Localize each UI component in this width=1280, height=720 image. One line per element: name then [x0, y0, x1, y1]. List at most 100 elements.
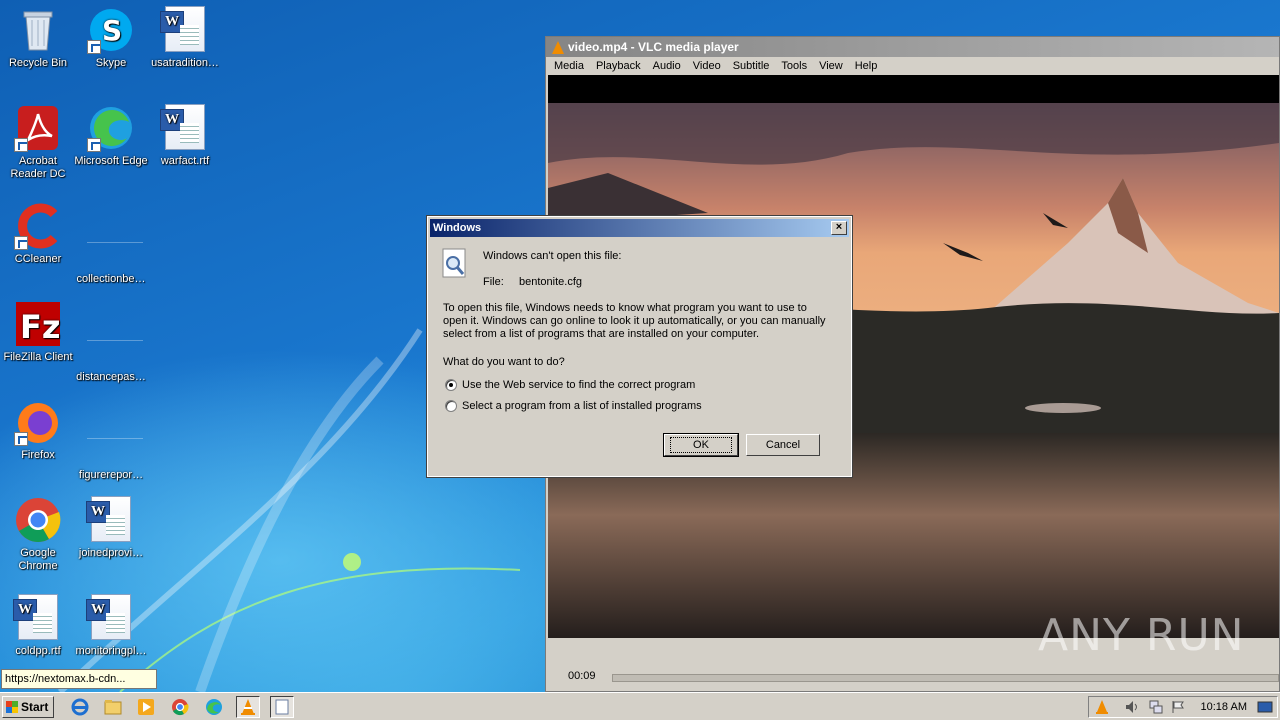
desktop-icon-label: Acrobat Reader DC: [10, 155, 66, 180]
shortcut-arrow-icon: [14, 432, 28, 446]
menu-playback[interactable]: Playback: [590, 57, 647, 76]
desktop-icon-label: warfact.rtf: [160, 155, 210, 167]
word-document-icon: W: [13, 594, 62, 642]
menu-view[interactable]: View: [813, 57, 849, 76]
file-name: bentonite.cfg: [519, 276, 582, 288]
ok-button[interactable]: OK: [663, 433, 739, 457]
taskbar-ie-icon[interactable]: [68, 696, 92, 718]
desktop-icon-label: Recycle Bin: [8, 57, 68, 69]
desktop-icon-acrobat[interactable]: Acrobat Reader DC: [0, 104, 76, 181]
desktop-icon-firefox[interactable]: Firefox: [0, 398, 76, 462]
desktop-icon-edge[interactable]: Microsoft Edge: [73, 104, 149, 168]
taskbar-media-player-icon[interactable]: [134, 696, 158, 718]
radio-button-checked[interactable]: [445, 379, 457, 391]
menu-video[interactable]: Video: [687, 57, 727, 76]
radio-select-program[interactable]: Select a program from a list of installe…: [445, 400, 702, 412]
svg-text:Fz: Fz: [20, 308, 60, 346]
vlc-title-bar[interactable]: video.mp4 - VLC media player: [546, 37, 1279, 57]
shortcut-arrow-icon: [87, 138, 101, 152]
dialog-heading: Windows can't open this file:: [483, 250, 622, 262]
desktop-icon-label: coldpp.rtf: [15, 645, 61, 657]
menu-tools[interactable]: Tools: [775, 57, 813, 76]
taskbar-notepad-icon[interactable]: [270, 696, 294, 718]
menu-audio[interactable]: Audio: [647, 57, 687, 76]
elapsed-time: 00:09: [568, 670, 596, 682]
taskbar-explorer-icon[interactable]: [101, 696, 125, 718]
dialog-body: To open this file, Windows needs to know…: [443, 302, 826, 340]
desktop-icon-skype[interactable]: S Skype: [73, 6, 149, 70]
desktop-icon-chrome[interactable]: Google Chrome: [0, 496, 76, 573]
menu-subtitle[interactable]: Subtitle: [727, 57, 776, 76]
desktop-icon-label: figurerepor…: [78, 469, 144, 481]
desktop-icon-label: collectionbe…: [76, 273, 146, 285]
desktop-icon-label: CCleaner: [14, 253, 62, 265]
open-with-dialog[interactable]: Windows × Windows can't open this file: …: [426, 215, 853, 478]
seek-slider[interactable]: [612, 674, 1279, 682]
blank-file-icon: [87, 418, 143, 466]
taskbar-chrome-icon[interactable]: [168, 696, 192, 718]
radio-web-service[interactable]: Use the Web service to find the correct …: [445, 379, 695, 391]
edge-icon: [87, 104, 135, 152]
taskbar-vlc-icon[interactable]: [236, 696, 260, 718]
radio-web-service-label: Use the Web service to find the correct …: [462, 379, 696, 391]
shortcut-arrow-icon: [14, 138, 28, 152]
word-document-icon: W: [86, 594, 135, 642]
desktop-icon-label: FileZilla Client: [3, 351, 73, 363]
desktop-icon-ccleaner[interactable]: CCleaner: [0, 202, 76, 266]
desktop-icon-label: monitoringpl…: [75, 645, 147, 657]
start-label: Start: [21, 700, 49, 714]
ok-button-label: OK: [670, 437, 732, 453]
taskbar: Start 10:18 AM: [0, 692, 1280, 720]
word-document-icon: W: [160, 6, 209, 54]
volume-icon[interactable]: [1125, 700, 1141, 717]
desktop-icon-coldpp[interactable]: W coldpp.rtf: [0, 594, 76, 658]
radio-button-unchecked[interactable]: [445, 400, 457, 412]
desktop: Recycle Bin Acrobat Reader DC CCleaner F…: [0, 0, 1280, 692]
url-tooltip: https://nextomax.b-cdn...: [1, 669, 157, 689]
clock[interactable]: 10:18 AM: [1201, 697, 1247, 717]
shortcut-arrow-icon: [14, 236, 28, 250]
word-document-icon: W: [86, 496, 135, 544]
vlc-tray-icon[interactable]: [1095, 700, 1109, 717]
desktop-icon-figurerepor[interactable]: figurerepor…: [73, 398, 149, 482]
chrome-icon: [14, 496, 62, 544]
desktop-icon-label: joinedprovi…: [78, 547, 144, 559]
vlc-cone-icon: [552, 40, 564, 54]
desktop-icon-warfact[interactable]: W warfact.rtf: [147, 104, 223, 168]
cancel-button[interactable]: Cancel: [746, 434, 820, 456]
vlc-title: video.mp4 - VLC media player: [568, 40, 739, 54]
action-center-flag-icon[interactable]: [1171, 700, 1185, 717]
ccleaner-icon: [14, 202, 62, 250]
blank-file-icon: [87, 320, 143, 368]
desktop-icon-monitoringpl[interactable]: W monitoringpl…: [73, 594, 149, 658]
word-document-icon: W: [160, 104, 209, 152]
desktop-icon-label: distancepas…: [76, 371, 146, 383]
close-button[interactable]: ×: [831, 221, 847, 235]
vlc-menu-bar: Media Playback Audio Video Subtitle Tool…: [546, 57, 1279, 76]
desktop-icon-distancepas[interactable]: distancepas…: [73, 300, 149, 384]
desktop-icon-label: Microsoft Edge: [74, 155, 148, 167]
skype-icon: S: [87, 6, 135, 54]
taskbar-edge-icon[interactable]: [202, 696, 226, 718]
anyrun-watermark: ANY RUN: [1038, 610, 1245, 661]
blank-file-icon: [87, 222, 143, 270]
desktop-icon-label: Firefox: [21, 449, 55, 461]
recycle-bin-icon: [14, 6, 62, 54]
desktop-icon-joinedprovi[interactable]: W joinedprovi…: [73, 496, 149, 560]
desktop-icon-filezilla[interactable]: Fz FileZilla Client: [0, 300, 76, 364]
filezilla-icon: Fz: [14, 300, 62, 348]
start-button[interactable]: Start: [2, 696, 54, 718]
vlc-controls: 00:09: [548, 665, 1279, 691]
file-label: File:: [483, 276, 504, 288]
dialog-title-bar[interactable]: Windows ×: [430, 219, 849, 237]
network-icon[interactable]: [1149, 700, 1163, 717]
desktop-icon-usatradition[interactable]: W usatradition…: [147, 6, 223, 70]
menu-media[interactable]: Media: [548, 57, 590, 76]
dialog-question: What do you want to do?: [443, 356, 565, 368]
show-desktop-icon[interactable]: [1257, 700, 1273, 717]
desktop-icon-recycle-bin[interactable]: Recycle Bin: [0, 6, 76, 70]
menu-help[interactable]: Help: [849, 57, 884, 76]
desktop-icon-collectionbe[interactable]: collectionbe…: [73, 202, 149, 286]
desktop-icon-label: usatradition…: [151, 57, 219, 69]
desktop-icon-label: Google Chrome: [18, 547, 58, 572]
